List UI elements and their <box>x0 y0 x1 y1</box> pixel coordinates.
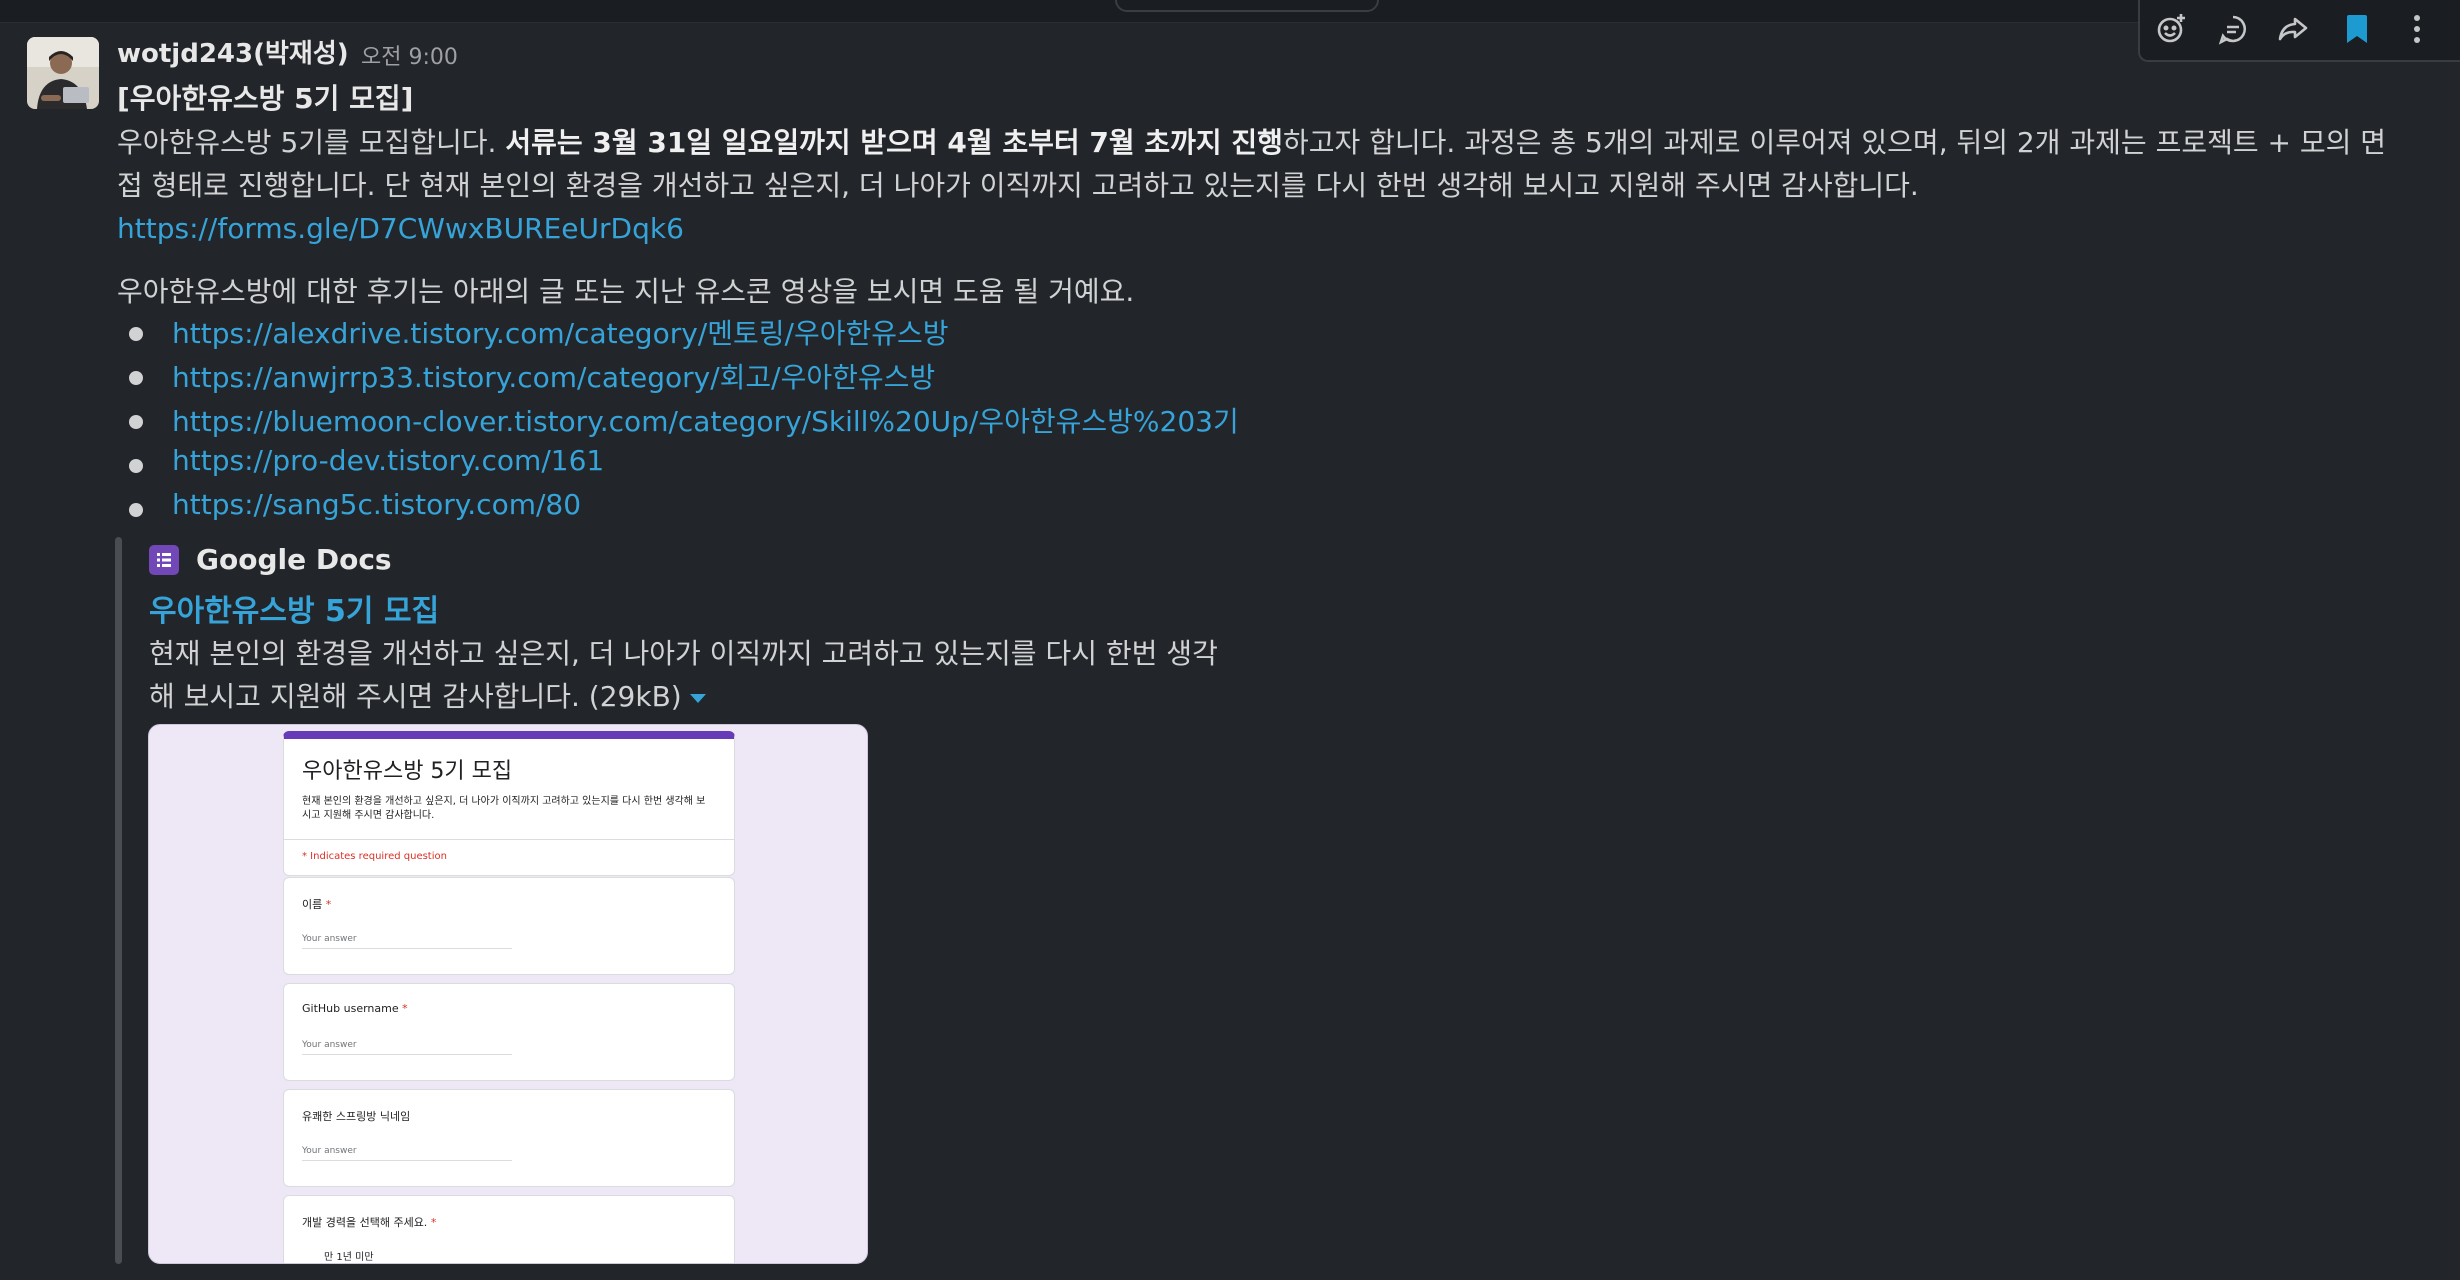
form-title: 우아한유스방 5기 모집 <box>302 759 513 784</box>
form-question-card: 유쾌한 스프링방 닉네임 Your answer <box>283 1089 735 1187</box>
review-link[interactable]: https://sang5c.tistory.com/80 <box>172 488 581 521</box>
attachment-description-text: 해 보시고 지원해 주시면 감사합니다. (29kB) <box>149 680 682 713</box>
reply-thread-icon[interactable] <box>2212 8 2254 50</box>
form-preview-image[interactable]: 우아한유스방 5기 모집 현재 본인의 환경을 개선하고 싶은지, 더 나아가 … <box>148 724 868 1264</box>
form-header-card: 우아한유스방 5기 모집 현재 본인의 환경을 개선하고 싶은지, 더 나아가 … <box>283 731 735 876</box>
message-actions-toolbar <box>2138 0 2460 62</box>
bullet <box>129 327 143 341</box>
question-label: 유쾌한 스프링방 닉네임 <box>302 1110 411 1123</box>
attachment-bar <box>115 537 122 1264</box>
form-description: 현재 본인의 환경을 개선하고 싶은지, 더 나아가 이직까지 고려하고 있는지… <box>302 796 706 821</box>
answer-underline <box>302 1054 512 1055</box>
question-text: GitHub username <box>302 1002 399 1015</box>
attachment-description-end: 해 보시고 지원해 주시면 감사합니다. (29kB) <box>149 675 706 715</box>
list-icon <box>149 545 179 575</box>
attachment-description: 현재 본인의 환경을 개선하고 싶은지, 더 나아가 이직까지 고려하고 있는지… <box>149 637 1218 670</box>
chevron-down-icon[interactable] <box>689 693 706 703</box>
message-paragraph-2: 접 형태로 진행합니다. 단 현재 본인의 환경을 개선하고 싶은지, 더 나아… <box>117 169 1919 202</box>
paragraph-text: 우아한유스방 5기를 모집합니다. <box>117 126 506 159</box>
form-question-card: 이름 * Your answer <box>283 877 735 975</box>
share-icon[interactable] <box>2272 8 2314 50</box>
message-title: [우아한유스방 5기 모집] <box>117 82 414 115</box>
question-text: 이름 <box>302 898 323 911</box>
paragraph-bold-text: 서류는 3월 31일 일요일까지 받으며 4월 초부터 7월 초까지 진행 <box>505 126 1283 159</box>
answer-underline <box>302 1160 512 1161</box>
required-star: * <box>325 898 332 911</box>
answer-placeholder: Your answer <box>302 1146 357 1156</box>
bullet <box>129 371 143 385</box>
divider <box>284 839 734 840</box>
attachment-title[interactable]: 우아한유스방 5기 모집 <box>149 586 439 630</box>
review-link[interactable]: https://alexdrive.tistory.com/category/멘… <box>172 312 949 352</box>
more-icon[interactable] <box>2396 8 2438 50</box>
form-question-card: GitHub username * Your answer <box>283 983 735 1081</box>
top-bar <box>0 0 2460 23</box>
add-reaction-icon[interactable] <box>2150 8 2192 50</box>
timestamp[interactable]: 오전 9:00 <box>361 39 458 71</box>
required-star: * <box>402 1002 408 1015</box>
review-link[interactable]: https://bluemoon-clover.tistory.com/cate… <box>172 400 1239 440</box>
required-star: * <box>430 1216 437 1229</box>
answer-placeholder: Your answer <box>302 934 357 944</box>
bookmark-icon[interactable] <box>2336 8 2378 50</box>
bullet <box>129 503 143 517</box>
paragraph-text: 하고자 합니다. 과정은 총 5개의 과제로 이루어져 있으며, 뒤의 2개 과… <box>1282 126 2387 159</box>
form-link[interactable]: https://forms.gle/D7CWwxBUREeUrDqk6 <box>117 212 684 245</box>
question-label: 이름 * <box>302 896 331 912</box>
avatar[interactable] <box>27 37 99 109</box>
review-link[interactable]: https://pro-dev.tistory.com/161 <box>172 444 604 477</box>
option-label: 만 1년 미만 <box>324 1252 374 1263</box>
reviews-intro: 우아한유스방에 대한 후기는 아래의 글 또는 지난 유스콘 영상을 보시면 도… <box>117 275 1135 308</box>
answer-underline <box>302 948 512 949</box>
new-messages-pill[interactable] <box>1115 0 1379 12</box>
question-label: 개발 경력을 선택해 주세요. * <box>302 1214 436 1230</box>
answer-placeholder: Your answer <box>302 1040 357 1050</box>
attachment-source: Google Docs <box>196 543 392 576</box>
bullet <box>129 415 143 429</box>
review-link[interactable]: https://anwjrrp33.tistory.com/category/회… <box>172 356 935 396</box>
message-paragraph-1: 우아한유스방 5기를 모집합니다. 서류는 3월 31일 일요일까지 받으며 4… <box>117 121 2386 161</box>
bullet <box>129 459 143 473</box>
required-note: * Indicates required question <box>302 851 447 862</box>
question-text: 개발 경력을 선택해 주세요. <box>302 1216 428 1229</box>
sender-name[interactable]: wotjd243(박재성) <box>117 33 349 70</box>
question-label: GitHub username * <box>302 1002 408 1015</box>
form-question-card: 개발 경력을 선택해 주세요. * 만 1년 미만 <box>283 1195 735 1263</box>
